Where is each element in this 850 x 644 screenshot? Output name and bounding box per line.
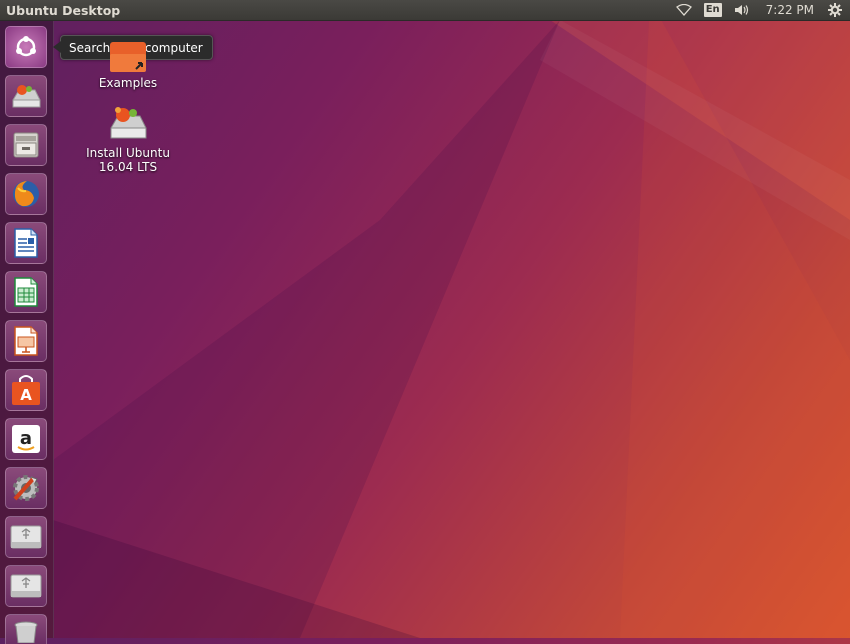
launcher-item-libreoffice-calc[interactable] (5, 271, 47, 313)
installer-icon (12, 85, 41, 108)
launcher-item-firefox[interactable] (5, 173, 47, 215)
clock[interactable]: 7:22 PM (756, 0, 822, 21)
svg-text:A: A (20, 386, 32, 404)
settings-tools-icon (13, 475, 39, 501)
ubuntu-logo-icon (16, 36, 36, 57)
firefox-icon (13, 181, 39, 207)
window-title: Ubuntu Desktop (6, 2, 121, 18)
desktop-icon-install-ubuntu[interactable]: Install Ubuntu 16.04 LTS (80, 104, 176, 174)
top-panel: Ubuntu Desktop En 7:22 PM (0, 0, 850, 21)
launcher-item-trash[interactable] (5, 614, 47, 644)
amazon-icon: a (12, 425, 40, 453)
launcher-item-libreoffice-writer[interactable] (5, 222, 47, 264)
usb-drive-icon (10, 574, 42, 598)
desktop-icon-label-line-1: Install Ubuntu (86, 146, 170, 160)
svg-text:a: a (20, 428, 32, 449)
launcher-item-install-ubuntu[interactable] (5, 75, 47, 117)
wallpaper (53, 0, 850, 638)
launcher-item-usb-drive-1[interactable] (5, 516, 47, 558)
launcher-item-usb-drive-2[interactable] (5, 565, 47, 607)
launcher-item-libreoffice-impress[interactable] (5, 320, 47, 362)
usb-drive-icon (10, 525, 42, 549)
desktop-icon-label-line-2: 16.04 LTS (98, 160, 158, 174)
impress-icon (14, 326, 38, 356)
wifi-icon[interactable] (670, 0, 698, 21)
installer-icon (106, 104, 150, 144)
settings-gear-icon[interactable] (822, 0, 850, 21)
indicator-area: En 7:22 PM (670, 0, 850, 21)
calc-icon (14, 277, 38, 307)
trash-icon (14, 621, 38, 643)
software-bag-icon: A (12, 375, 40, 405)
keyboard-layout-label: En (703, 3, 722, 17)
desktop-icon-examples[interactable]: Examples (80, 42, 176, 90)
writer-icon (14, 228, 38, 258)
launcher-item-ubuntu-software[interactable]: A (5, 369, 47, 411)
launcher-item-system-settings[interactable] (5, 467, 47, 509)
desktop-icon-label: Examples (98, 76, 158, 90)
launcher-item-dash-home[interactable] (5, 26, 47, 68)
launcher-item-files[interactable] (5, 124, 47, 166)
file-cabinet-icon (13, 132, 39, 158)
folder-icon (108, 42, 148, 74)
launcher: A a (0, 21, 54, 644)
launcher-item-amazon[interactable]: a (5, 418, 47, 460)
keyboard-layout-indicator[interactable]: En (698, 0, 728, 21)
volume-icon[interactable] (728, 0, 756, 21)
